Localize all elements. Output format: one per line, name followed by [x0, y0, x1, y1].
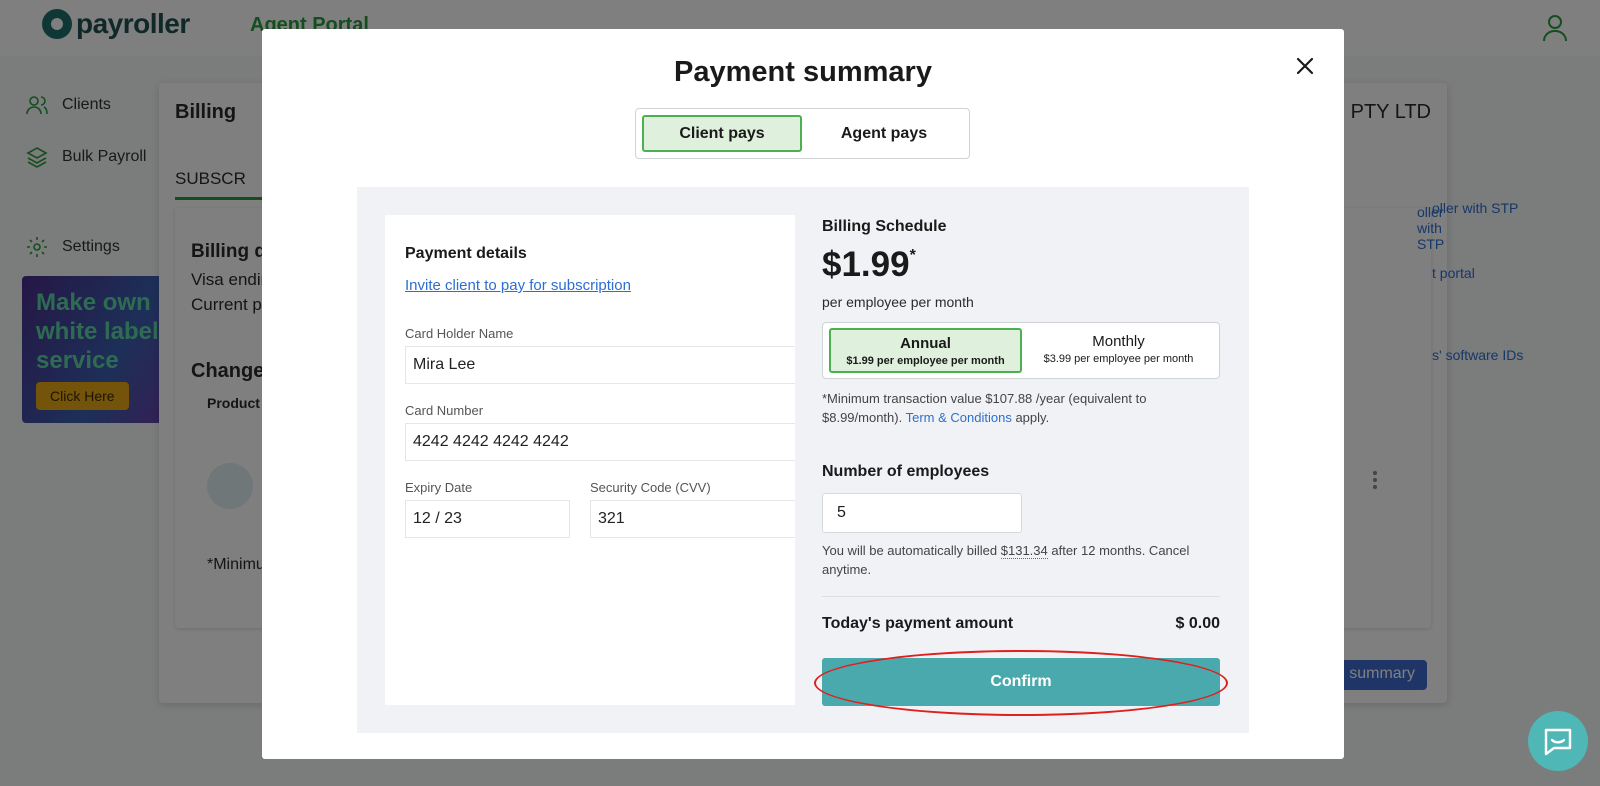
invite-client-link[interactable]: Invite client to pay for subscription	[405, 277, 631, 294]
expiry-input[interactable]	[405, 500, 570, 538]
auto-bill-prefix: You will be automatically billed	[822, 543, 998, 558]
modal-title: Payment summary	[674, 56, 932, 88]
payment-content: Payment details Invite client to pay for…	[357, 187, 1249, 733]
billing-schedule-heading: Billing Schedule	[822, 218, 947, 235]
card-holder-input[interactable]	[405, 346, 795, 384]
expiry-label: Expiry Date	[405, 480, 473, 495]
card-holder-label: Card Holder Name	[405, 326, 514, 341]
divider	[822, 596, 1220, 597]
terms-suffix: apply.	[1015, 410, 1050, 425]
cvv-input[interactable]	[590, 500, 795, 538]
cvv-label: Security Code (CVV)	[590, 480, 711, 495]
auto-bill-amount: $131.34	[1000, 543, 1048, 559]
payer-toggle: Client pays Agent pays	[635, 108, 970, 159]
plan-price: $1.99 per employee per month	[846, 355, 1005, 367]
plan-option-annual[interactable]: Annual $1.99 per employee per month	[829, 328, 1022, 373]
plan-option-monthly[interactable]: Monthly $3.99 per employee per month	[1022, 328, 1215, 373]
plan-name: Monthly	[1092, 333, 1145, 350]
price-unit: per employee per month	[822, 294, 974, 310]
terms-link[interactable]: Term & Conditions	[906, 410, 1012, 425]
tab-client-pays[interactable]: Client pays	[642, 115, 802, 152]
plan-price: $3.99 per employee per month	[1043, 353, 1194, 365]
payment-summary-modal: Payment summary Client pays Agent pays P…	[262, 29, 1344, 759]
price-asterisk: *	[909, 247, 916, 264]
close-icon[interactable]	[1292, 53, 1318, 79]
price-value: $1.99	[822, 245, 910, 284]
plan-name: Annual	[900, 335, 951, 352]
auto-bill-note: You will be automatically billed $131.34…	[822, 541, 1220, 579]
price: $1.99*	[822, 245, 916, 285]
plan-toggle: Annual $1.99 per employee per month Mont…	[822, 322, 1220, 379]
card-number-label: Card Number	[405, 403, 484, 418]
today-payment-amount: $ 0.00	[1175, 615, 1220, 632]
card-number-input[interactable]	[405, 423, 795, 461]
payment-details-card: Payment details Invite client to pay for…	[385, 215, 795, 705]
chat-icon	[1544, 728, 1572, 756]
today-payment-label: Today's payment amount	[822, 615, 1014, 632]
employees-input[interactable]	[822, 493, 1022, 533]
employees-label: Number of employees	[822, 463, 990, 480]
chat-launcher[interactable]	[1528, 711, 1588, 771]
payment-details-heading: Payment details	[405, 245, 527, 262]
confirm-button[interactable]: Confirm	[822, 658, 1220, 706]
tab-agent-pays[interactable]: Agent pays	[804, 115, 964, 152]
minimum-transaction-note: *Minimum transaction value $107.88 /year…	[822, 389, 1220, 427]
